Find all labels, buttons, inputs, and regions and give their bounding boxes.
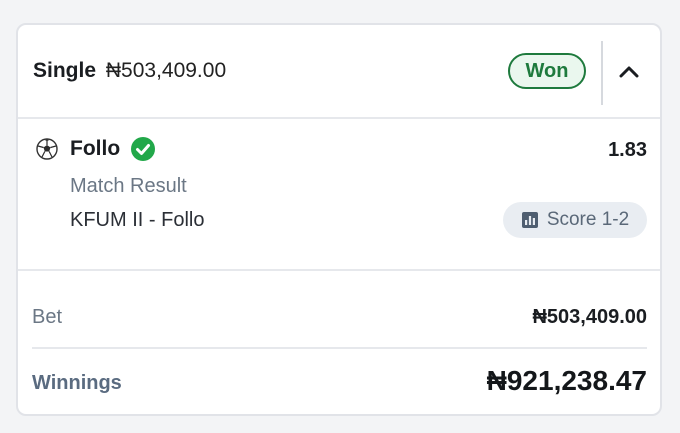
chevron-up-icon	[619, 66, 639, 78]
bet-summary-title: Single ₦503,409.00	[33, 58, 226, 84]
winnings-label: Winnings	[32, 372, 122, 394]
bet-amount: ₦503,409.00	[532, 306, 647, 328]
selection-odds: 1.83	[608, 139, 647, 161]
bet-type-label: Single	[33, 59, 97, 82]
check-circle-icon	[131, 137, 155, 161]
soccer-ball-icon	[36, 138, 58, 160]
stake-display: ₦503,409.00	[105, 59, 227, 82]
header-divider	[601, 41, 603, 105]
market-name: Match Result	[70, 175, 187, 197]
fixture-name: KFUM II - Follo	[70, 209, 205, 231]
score-pill[interactable]: Score 1-2	[503, 202, 647, 238]
summary-divider	[32, 347, 647, 349]
score-label: Score 1-2	[546, 209, 630, 230]
bar-chart-icon	[521, 212, 538, 228]
status-badge: Won	[508, 53, 586, 89]
bet-label: Bet	[32, 306, 63, 328]
selection-team-name: Follo	[70, 137, 121, 160]
collapse-button[interactable]	[612, 55, 646, 89]
winnings-amount: ₦921,238.47	[486, 365, 647, 396]
bet-slip-header[interactable]: Single ₦503,409.00 Won	[18, 25, 660, 119]
